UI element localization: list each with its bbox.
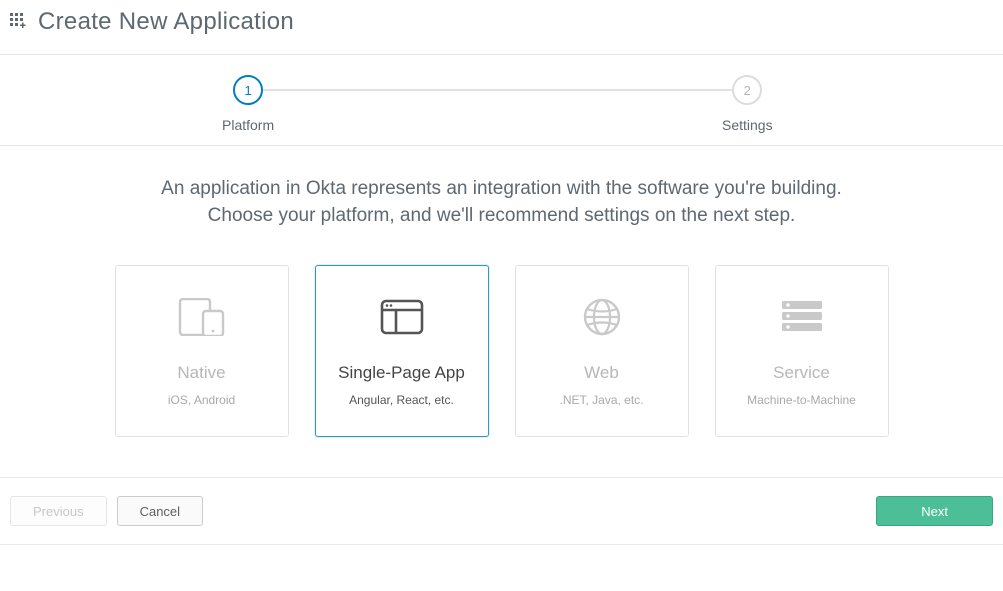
step-label-settings: Settings — [722, 117, 773, 133]
card-spa-subtitle: Angular, React, etc. — [349, 393, 454, 407]
step-label-platform: Platform — [222, 117, 274, 133]
step-connector-line — [248, 89, 748, 91]
card-spa-title: Single-Page App — [338, 363, 465, 383]
next-button[interactable]: Next — [876, 496, 993, 526]
step-settings: 2 Settings — [722, 75, 773, 133]
intro-text: An application in Okta represents an int… — [122, 176, 882, 229]
browser-layout-icon — [380, 295, 424, 339]
card-native-subtitle: iOS, Android — [168, 393, 235, 407]
server-icon — [780, 295, 824, 339]
page-title: Create New Application — [38, 8, 294, 36]
cancel-button[interactable]: Cancel — [117, 496, 203, 526]
step-number-2: 2 — [732, 75, 762, 105]
content-region: An application in Okta represents an int… — [0, 146, 1003, 477]
card-web-title: Web — [584, 363, 619, 383]
footer-bar: Previous Cancel Next — [0, 478, 1003, 544]
step-number-1: 1 — [233, 75, 263, 105]
step-platform: 1 Platform — [222, 75, 274, 133]
intro-line-2: Choose your platform, and we'll recommen… — [208, 205, 796, 226]
previous-button: Previous — [10, 496, 107, 526]
globe-icon — [582, 295, 622, 339]
bottom-divider — [0, 544, 1003, 545]
card-native[interactable]: Native iOS, Android — [115, 265, 289, 437]
intro-line-1: An application in Okta represents an int… — [161, 178, 842, 199]
platform-cards: Native iOS, Android Single-Page App Angu… — [20, 265, 983, 437]
card-service-subtitle: Machine-to-Machine — [747, 393, 856, 407]
card-native-title: Native — [177, 363, 225, 383]
wizard-steps: 1 Platform 2 Settings — [0, 55, 1003, 145]
devices-icon — [178, 295, 226, 339]
card-spa[interactable]: Single-Page App Angular, React, etc. — [315, 265, 489, 437]
card-web[interactable]: Web .NET, Java, etc. — [515, 265, 689, 437]
app-grid-icon — [10, 13, 28, 31]
card-service-title: Service — [773, 363, 830, 383]
page-header: Create New Application — [0, 0, 1003, 54]
card-service[interactable]: Service Machine-to-Machine — [715, 265, 889, 437]
card-web-subtitle: .NET, Java, etc. — [559, 393, 643, 407]
